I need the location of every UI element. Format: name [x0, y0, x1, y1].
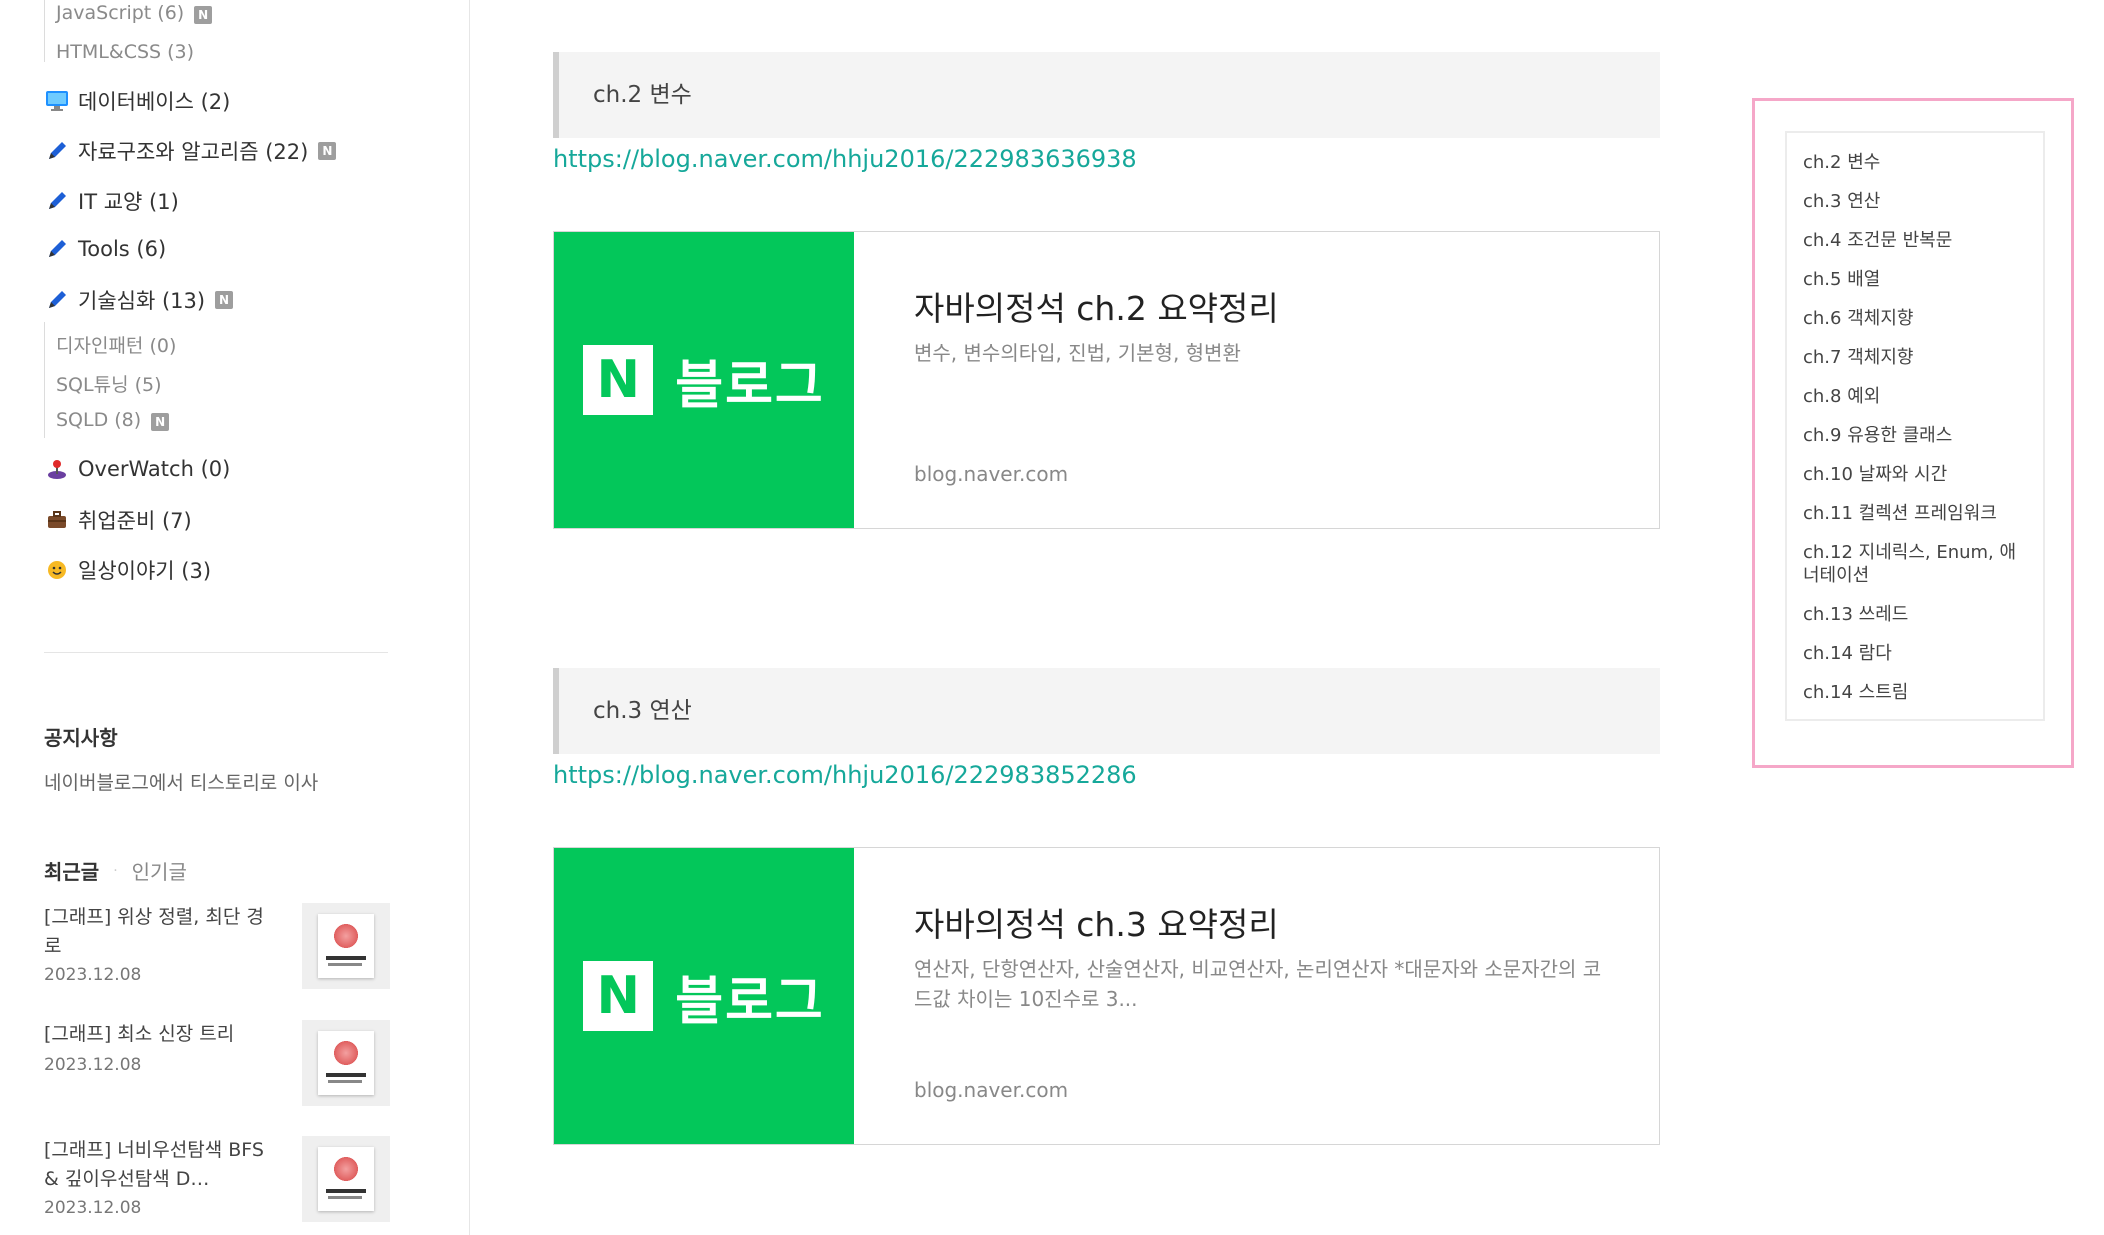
toc-item[interactable]: ch.3 연산 — [1803, 190, 2031, 213]
naver-blog-thumbnail: N 블로그 — [554, 232, 854, 528]
toc-item[interactable]: ch.10 날짜와 시간 — [1803, 463, 2031, 486]
sidebar-subitem-htmlcss[interactable]: HTML&CSS (3) — [56, 41, 194, 63]
new-badge: N — [318, 142, 337, 160]
sidebar-item-label: 데이터베이스 (2) — [78, 90, 231, 114]
toc-item[interactable]: ch.4 조건문 반복문 — [1803, 229, 2031, 252]
section-heading: ch.3 연산 — [553, 668, 1660, 754]
toc-item[interactable]: ch.8 예외 — [1803, 385, 2031, 408]
notice-item[interactable]: 네이버블로그에서 티스토리로 이사 — [44, 768, 318, 795]
pencil-icon — [44, 188, 70, 214]
tab-popular[interactable]: 인기글 — [132, 856, 187, 885]
briefcase-icon — [44, 507, 70, 533]
subitem-label: 디자인패턴 (0) — [56, 335, 177, 357]
toc-item[interactable]: ch.9 유용한 클래스 — [1803, 424, 2031, 447]
table-of-contents: ch.2 변수 ch.3 연산 ch.4 조건문 반복문 ch.5 배열 ch.… — [1785, 131, 2045, 721]
toc-item[interactable]: ch.7 객체지향 — [1803, 346, 2031, 369]
book-cover-image — [318, 1147, 374, 1211]
sidebar-item-overwatch[interactable]: OverWatch (0) — [44, 456, 230, 482]
blog-label: 블로그 — [675, 355, 825, 416]
toc-item[interactable]: ch.12 지네릭스, Enum, 애너테이션 — [1803, 541, 2031, 587]
sidebar-item-label: 자료구조와 알고리즘 (22) — [78, 140, 309, 164]
sidebar-divider — [44, 652, 388, 653]
subitem-label: HTML&CSS (3) — [56, 41, 195, 63]
section-heading: ch.2 변수 — [553, 52, 1660, 138]
book-cover-image — [318, 1031, 374, 1095]
card-description: 변수, 변수의타입, 진법, 기본형, 형변환 — [914, 341, 1241, 365]
sidebar-item-label: IT 교양 (1) — [78, 190, 179, 214]
article-link[interactable]: https://blog.naver.com/hhju2016/22298385… — [553, 761, 1137, 789]
article-link[interactable]: https://blog.naver.com/hhju2016/22298363… — [553, 145, 1137, 173]
notice-title: 공지사항 — [44, 726, 118, 750]
sidebar-item-label: Tools (6) — [78, 237, 167, 261]
sidebar-item-daily[interactable]: 일상이야기 (3) — [44, 555, 211, 585]
sidebar-item-job-prep[interactable]: 취업준비 (7) — [44, 505, 192, 535]
post-thumbnail[interactable] — [302, 1136, 390, 1222]
book-cover-image — [318, 914, 374, 978]
sidebar-subitem-sql-tuning[interactable]: SQL튜닝 (5) — [56, 370, 162, 397]
post-thumbnail[interactable] — [302, 1020, 390, 1106]
subitem-label: SQLD (8) — [56, 409, 142, 431]
toc-item[interactable]: ch.6 객체지향 — [1803, 307, 2031, 330]
sidebar-item-advanced[interactable]: 기술심화 (13) N — [44, 285, 234, 315]
toc-item[interactable]: ch.14 스트림 — [1803, 681, 2031, 704]
toc-item[interactable]: ch.13 쓰레드 — [1803, 603, 2031, 626]
joystick-icon — [44, 456, 70, 482]
sidebar-item-label: 취업준비 (7) — [78, 509, 192, 533]
sidebar-item-label: OverWatch (0) — [78, 457, 231, 481]
sidebar: JavaScript (6) N HTML&CSS (3) 데이터베이스 (2) … — [0, 0, 470, 1235]
monitor-icon — [44, 88, 70, 114]
toc-item[interactable]: ch.14 람다 — [1803, 642, 2031, 665]
subcategory-line — [44, 0, 45, 62]
sidebar-subitem-sqld[interactable]: SQLD (8) N — [56, 409, 170, 431]
card-domain: blog.naver.com — [914, 1078, 1069, 1102]
subitem-label: SQL튜닝 (5) — [56, 374, 162, 396]
post-title[interactable]: [그래프] 너비우선탐색 BFS & 깊이우선탐색 D… — [44, 1136, 274, 1194]
subcategory-line — [44, 322, 45, 438]
link-preview-card[interactable]: N 블로그 자바의정석 ch.3 요약정리 연산자, 단항연산자, 산술연산자,… — [553, 847, 1660, 1145]
toc-item[interactable]: ch.11 컬렉션 프레임워크 — [1803, 502, 2031, 525]
tab-separator: · — [113, 862, 118, 879]
pencil-icon — [44, 138, 70, 164]
link-preview-card[interactable]: N 블로그 자바의정석 ch.2 요약정리 변수, 변수의타입, 진법, 기본형… — [553, 231, 1660, 529]
tab-recent[interactable]: 최근글 — [44, 856, 99, 885]
sidebar-subitem-javascript[interactable]: JavaScript (6) N — [56, 2, 213, 24]
card-title: 자바의정석 ch.3 요약정리 — [914, 905, 1279, 944]
sidebar-item-it-knowledge[interactable]: IT 교양 (1) — [44, 186, 179, 216]
smiley-icon — [44, 557, 70, 583]
sidebar-item-algorithms[interactable]: 자료구조와 알고리즘 (22) N — [44, 136, 337, 166]
naver-blog-thumbnail: N 블로그 — [554, 848, 854, 1144]
naver-logo-icon: N — [583, 345, 654, 415]
toc-highlight-frame: ch.2 변수 ch.3 연산 ch.4 조건문 반복문 ch.5 배열 ch.… — [1752, 98, 2074, 768]
recent-post-item[interactable]: [그래프] 너비우선탐색 BFS & 깊이우선탐색 D… 2023.12.08 — [44, 1136, 390, 1226]
sidebar-item-tools[interactable]: Tools (6) — [44, 236, 166, 262]
blog-label: 블로그 — [675, 971, 825, 1032]
toc-item[interactable]: ch.2 변수 — [1803, 151, 2031, 174]
toc-item[interactable]: ch.5 배열 — [1803, 268, 2031, 291]
recent-post-item[interactable]: [그래프] 위상 정렬, 최단 경로 2023.12.08 — [44, 903, 390, 993]
sidebar-item-database[interactable]: 데이터베이스 (2) — [44, 86, 230, 116]
post-title[interactable]: [그래프] 위상 정렬, 최단 경로 — [44, 903, 274, 961]
post-tabs: 최근글 · 인기글 — [44, 856, 187, 885]
recent-post-item[interactable]: [그래프] 최소 신장 트리 2023.12.08 — [44, 1020, 390, 1110]
naver-logo-icon: N — [583, 961, 654, 1031]
sidebar-item-label: 기술심화 (13) — [78, 289, 206, 313]
new-badge: N — [215, 291, 234, 309]
pencil-icon — [44, 287, 70, 313]
subitem-label: JavaScript (6) — [56, 2, 185, 24]
new-badge: N — [151, 413, 170, 431]
post-thumbnail[interactable] — [302, 903, 390, 989]
sidebar-subitem-design-pattern[interactable]: 디자인패턴 (0) — [56, 331, 176, 358]
card-title: 자바의정석 ch.2 요약정리 — [914, 289, 1279, 328]
card-domain: blog.naver.com — [914, 462, 1069, 486]
sidebar-item-label: 일상이야기 (3) — [78, 559, 212, 583]
card-description: 연산자, 단항연산자, 산술연산자, 비교연산자, 논리연산자 *대문자와 소문… — [914, 957, 1602, 1011]
new-badge: N — [194, 6, 213, 24]
pencil-icon — [44, 236, 70, 262]
post-title[interactable]: [그래프] 최소 신장 트리 — [44, 1020, 274, 1049]
